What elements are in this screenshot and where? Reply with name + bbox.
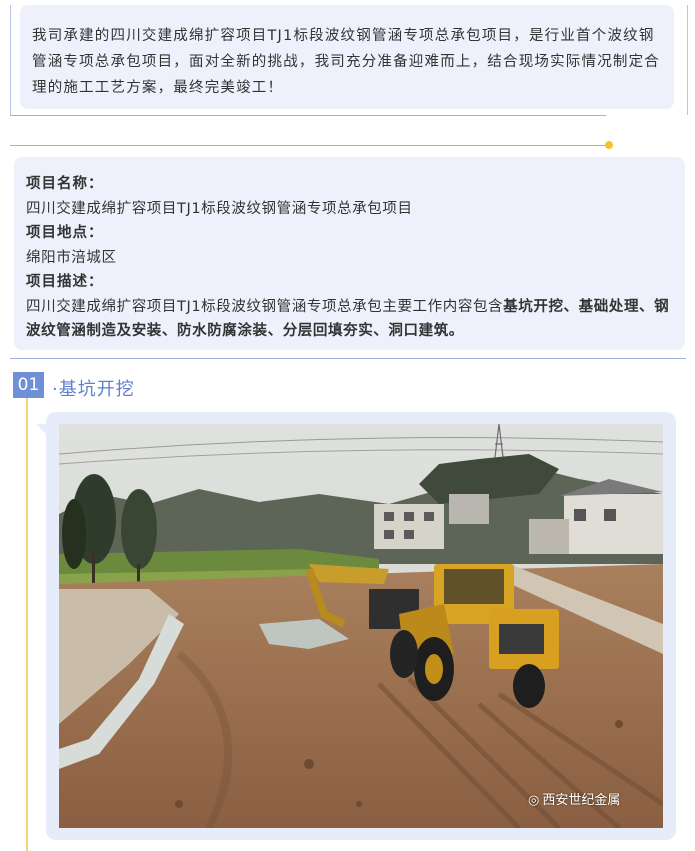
divider-line: [10, 145, 608, 146]
watermark-text: 西安世纪金属: [542, 793, 621, 808]
timeline-line: [26, 398, 28, 851]
project-desc-label: 项目描述：: [26, 274, 104, 290]
photo-card-pointer: [36, 424, 46, 434]
photo-watermark: ◎ 西安世纪金属: [528, 789, 620, 808]
project-location-value: 绵阳市涪城区: [26, 249, 117, 266]
project-name-value: 四川交建成绵扩容项目TJ1标段波纹钢管涵专项总承包项目: [26, 200, 413, 217]
project-desc-value: 四川交建成绵扩容项目TJ1标段波纹钢管涵专项总承包主要工作内容包含基坑开挖、基础…: [26, 295, 675, 344]
project-desc-prefix: 四川交建成绵扩容项目TJ1标段波纹钢管涵专项总承包主要工作内容包含: [26, 298, 504, 315]
project-info-panel: 项目名称： 四川交建成绵扩容项目TJ1标段波纹钢管涵专项总承包项目 项目地点： …: [14, 157, 685, 350]
intro-text: 我司承建的四川交建成绵扩容项目TJ1标段波纹钢管涵专项总承包项目，是行业首个波纹…: [20, 5, 674, 109]
project-name-label: 项目名称：: [26, 176, 104, 192]
excavation-photo: [59, 424, 663, 828]
project-location-label: 项目地点：: [26, 225, 104, 241]
section-number-badge: 01: [13, 372, 44, 398]
divider-line: [10, 115, 606, 116]
divider-dot: [605, 141, 613, 149]
section-title: ·基坑开挖: [52, 379, 135, 400]
divider-line: [10, 358, 686, 359]
wechat-icon: ◎: [528, 793, 540, 808]
